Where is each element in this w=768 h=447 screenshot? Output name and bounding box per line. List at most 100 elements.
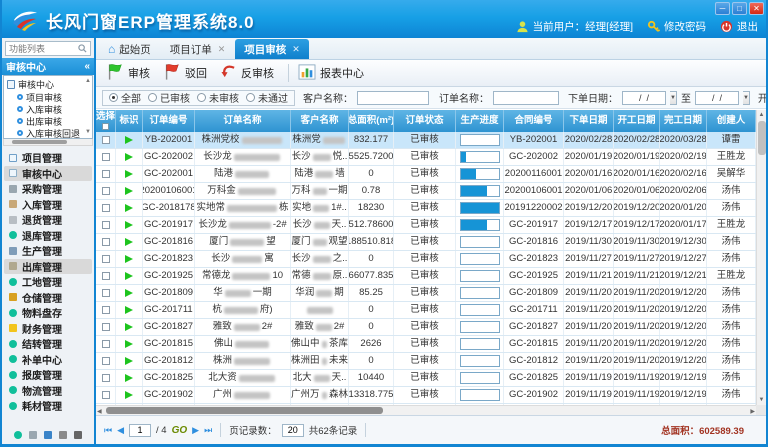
radio-已审核[interactable]: 已审核 xyxy=(148,90,190,105)
go-button[interactable]: GO xyxy=(172,425,188,436)
prev-page-icon[interactable]: ◀ xyxy=(117,425,124,436)
select-cell[interactable] xyxy=(96,200,116,216)
table-row[interactable]: GC-201925常德龙10常德原..266077.835..已审核GC-201… xyxy=(96,268,756,285)
order-name-input[interactable] xyxy=(493,91,559,105)
function-search[interactable] xyxy=(5,41,91,56)
table-row[interactable]: GC-201823长沙寓长沙之..0已审核GC-2018232019/11/27… xyxy=(96,251,756,268)
table-row[interactable]: GC-201917长沙龙-2#长沙天..8512.78600..已审核GC-20… xyxy=(96,217,756,234)
row-checkbox[interactable] xyxy=(102,204,110,212)
horizontal-scrollbar[interactable]: ◀ ▶ xyxy=(96,405,756,415)
select-cell[interactable] xyxy=(96,251,116,267)
vertical-scrollbar[interactable]: ▲ ▼ xyxy=(756,110,766,405)
date-dropdown-icon[interactable]: ▼ xyxy=(670,91,677,105)
tree-item-出库审核[interactable]: 出库审核 xyxy=(7,115,84,127)
column-header-生产进度[interactable]: 生产进度 xyxy=(456,110,504,132)
table-row[interactable]: GC-201711杭府)0已审核GC-2017112019/11/202019/… xyxy=(96,302,756,319)
column-header-总面积(m²)[interactable]: 总面积(m²) xyxy=(349,110,394,132)
tree-item-入库审核[interactable]: 入库审核 xyxy=(7,103,84,115)
first-page-icon[interactable]: ⏮ xyxy=(104,425,112,436)
sidebar-item-耗材管理[interactable]: 耗材管理 xyxy=(2,398,94,414)
sidebar-item-仓储管理[interactable]: 仓储管理 xyxy=(2,290,94,306)
table-row[interactable]: GC-201812株洲株洲田未来0已审核GC-2018122019/11/202… xyxy=(96,353,756,370)
row-checkbox[interactable] xyxy=(102,221,110,229)
order-date-to-input[interactable] xyxy=(695,91,739,105)
sidebar-item-采购管理[interactable]: 采购管理 xyxy=(2,181,94,197)
radio-未审核[interactable]: 未审核 xyxy=(197,90,239,105)
radio-全部[interactable]: 全部 xyxy=(109,90,141,105)
select-cell[interactable] xyxy=(96,302,116,318)
sidebar-item-结转管理[interactable]: 结转管理 xyxy=(2,336,94,352)
tab-项目审核[interactable]: 项目审核✕ xyxy=(235,39,309,59)
sidebar-item-审核中心[interactable]: 审核中心 xyxy=(4,166,92,182)
select-cell[interactable] xyxy=(96,132,116,148)
page-icon[interactable] xyxy=(59,431,67,439)
column-header-下单日期[interactable]: 下单日期 xyxy=(564,110,614,132)
customer-name-input[interactable] xyxy=(357,91,429,105)
select-cell[interactable] xyxy=(96,268,116,284)
sidebar-item-退货管理[interactable]: 退货管理 xyxy=(2,212,94,228)
toolbar-button-驳回[interactable]: 驳回 xyxy=(159,60,216,86)
last-page-icon[interactable]: ⏭ xyxy=(204,425,212,436)
column-header-订单状态[interactable]: 订单状态 xyxy=(394,110,456,132)
column-header-订单名称[interactable]: 订单名称 xyxy=(195,110,291,132)
column-header-创建人[interactable]: 创建人 xyxy=(707,110,756,132)
scroll-up-icon[interactable]: ▲ xyxy=(759,110,765,120)
sidebar-item-报废管理[interactable]: 报废管理 xyxy=(2,367,94,383)
row-checkbox[interactable] xyxy=(102,306,110,314)
sidebar-item-补单中心[interactable]: 补单中心 xyxy=(2,352,94,368)
select-cell[interactable] xyxy=(96,387,116,403)
column-header-选择[interactable]: 选择 xyxy=(96,110,116,132)
select-cell[interactable] xyxy=(96,183,116,199)
toolbar-button-审核[interactable]: 审核 xyxy=(102,60,159,86)
swirl-icon[interactable] xyxy=(44,431,52,439)
tree-scroll-up-icon[interactable]: ▲ xyxy=(85,78,91,85)
table-row[interactable]: GC-202002长沙龙长沙悦..65525.7200..已审核GC-20200… xyxy=(96,149,756,166)
row-checkbox[interactable] xyxy=(102,272,110,280)
logout-button[interactable]: 退出 xyxy=(720,19,758,34)
sidebar-item-项目管理[interactable]: 项目管理 xyxy=(2,150,94,166)
toolbar-button-报表中心[interactable]: 报表中心 xyxy=(294,62,373,85)
page-size-input[interactable] xyxy=(282,424,304,437)
sidebar-item-生产管理[interactable]: 生产管理 xyxy=(2,243,94,259)
table-row[interactable]: GC-201902广州广州万森林13318.775已审核GC-201902201… xyxy=(96,387,756,404)
table-row[interactable]: GC-202001陆港陆港墙0已审核202001160012020/01/162… xyxy=(96,166,756,183)
sidebar-item-财务管理[interactable]: 财务管理 xyxy=(2,321,94,337)
date-dropdown-icon[interactable]: ▼ xyxy=(743,91,750,105)
sidebar-item-出库管理[interactable]: 出库管理 xyxy=(4,259,92,275)
tab-项目订单[interactable]: 项目订单✕ xyxy=(161,39,235,59)
more-icon[interactable] xyxy=(74,431,82,439)
select-all-checkbox[interactable] xyxy=(102,123,109,130)
table-row[interactable]: GC-201825北大资北大天..10440已审核GC-2018252019/1… xyxy=(96,370,756,387)
sidebar-item-入库管理[interactable]: 入库管理 xyxy=(2,197,94,213)
scroll-down-icon[interactable]: ▼ xyxy=(759,395,765,405)
column-header-客户名称[interactable]: 客户名称 xyxy=(291,110,349,132)
row-checkbox[interactable] xyxy=(102,238,110,246)
row-checkbox[interactable] xyxy=(102,340,110,348)
tree-item-项目审核[interactable]: 项目审核 xyxy=(7,91,84,103)
function-search-input[interactable] xyxy=(9,44,71,54)
toolbar-button-反审核[interactable]: 反审核 xyxy=(216,62,283,84)
row-checkbox[interactable] xyxy=(102,187,110,195)
page-number-input[interactable] xyxy=(129,424,151,437)
hscroll-thumb[interactable] xyxy=(106,407,383,414)
dot-icon[interactable] xyxy=(14,431,22,439)
row-checkbox[interactable] xyxy=(102,391,110,399)
select-cell[interactable] xyxy=(96,149,116,165)
close-tab-icon[interactable]: ✕ xyxy=(218,44,226,55)
sidebar-item-退库管理[interactable]: 退库管理 xyxy=(2,228,94,244)
row-checkbox[interactable] xyxy=(102,357,110,365)
row-checkbox[interactable] xyxy=(102,153,110,161)
row-checkbox[interactable] xyxy=(102,323,110,331)
tree-horizontal-scrollbar[interactable] xyxy=(3,139,93,146)
order-date-from-input[interactable] xyxy=(622,91,666,105)
table-row[interactable]: 20200106001万科金万科一期0.78已审核202001060012020… xyxy=(96,183,756,200)
table-row[interactable]: GC-201816厦门望厦门观望188510.818已审核GC-20181620… xyxy=(96,234,756,251)
table-row[interactable]: GC-201809华一期华润期85.25已审核GC-2018092019/11/… xyxy=(96,285,756,302)
tree-scroll-down-icon[interactable]: ▼ xyxy=(85,129,91,136)
column-header-标识[interactable]: 标识 xyxy=(116,110,143,132)
row-checkbox[interactable] xyxy=(102,289,110,297)
close-tab-icon[interactable]: ✕ xyxy=(292,44,300,55)
minimize-button[interactable]: ─ xyxy=(715,2,730,15)
select-cell[interactable] xyxy=(96,285,116,301)
vscroll-thumb[interactable] xyxy=(758,121,766,155)
